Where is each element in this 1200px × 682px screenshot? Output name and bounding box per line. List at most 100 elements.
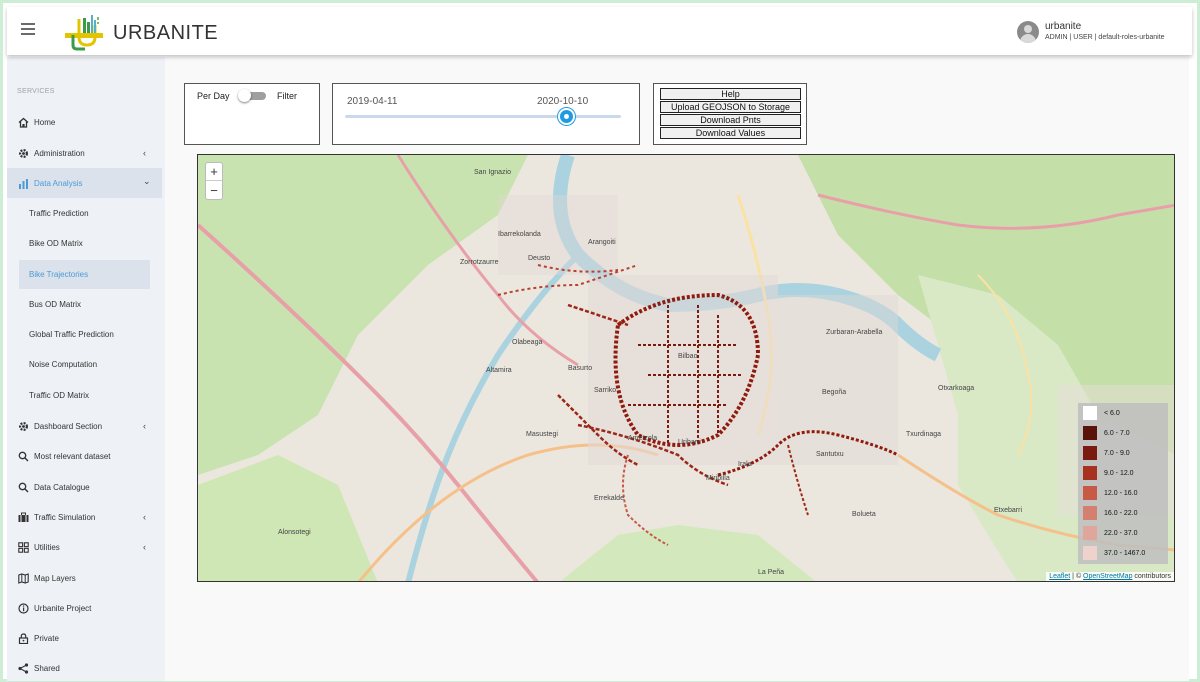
sidebar-subitem-traffic-od-matrix[interactable]: Traffic OD Matrix: [19, 381, 150, 410]
leaflet-link[interactable]: Leaflet: [1049, 573, 1070, 580]
sidebar-item-shared[interactable]: Shared: [7, 653, 162, 682]
legend-row: < 6.0: [1083, 406, 1120, 420]
per-day-filter-panel: Per Day Filter: [184, 83, 320, 145]
legend-swatch: [1083, 526, 1097, 540]
chevron-left-icon: ‹: [143, 421, 146, 431]
hamburger-menu-icon[interactable]: [21, 23, 35, 35]
download-values-button[interactable]: Download Values: [660, 127, 801, 139]
per-day-label: Per Day: [197, 91, 230, 101]
sidebar-item-utilities[interactable]: Utilities ‹: [7, 532, 162, 562]
download-pnts-button[interactable]: Download Pnts: [660, 114, 801, 126]
chevron-down-icon: ⌄: [143, 176, 151, 186]
sidebar-item-label: Home: [34, 117, 56, 127]
chevron-left-icon: ‹: [143, 512, 146, 522]
gear-icon: [18, 421, 29, 432]
legend-swatch: [1083, 546, 1097, 560]
user-avatar-icon[interactable]: [1017, 21, 1039, 43]
zoom-out-button[interactable]: −: [206, 181, 222, 199]
map-label: Altamira: [486, 367, 512, 374]
sidebar-subitem-bike-od-matrix[interactable]: Bike OD Matrix: [19, 229, 150, 258]
sidebar-subitem-bike-trajectories[interactable]: Bike Trajectories: [19, 260, 150, 289]
legend-label: 9.0 - 12.0: [1104, 469, 1134, 477]
date-slider-thumb[interactable]: [557, 108, 575, 125]
legend-swatch: [1083, 506, 1097, 520]
bar-chart-icon: [18, 178, 29, 189]
map-label: Uribarri: [678, 439, 701, 446]
date-slider-track[interactable]: [345, 115, 621, 118]
date-end: 2020-10-10: [537, 96, 589, 107]
map-label: Ametzola: [628, 435, 658, 442]
legend-row: 9.0 - 12.0: [1083, 466, 1134, 480]
lock-icon: [18, 632, 29, 644]
map-label: Zorrotzaurre: [460, 259, 499, 266]
per-day-toggle[interactable]: [238, 89, 268, 102]
map-label: Bilbao: [678, 353, 698, 360]
sidebar-subitem-traffic-prediction[interactable]: Traffic Prediction: [19, 199, 150, 228]
user-name[interactable]: urbanite: [1045, 21, 1081, 32]
sidebar-item-private[interactable]: Private: [7, 623, 162, 653]
map-basemap: [198, 155, 1174, 581]
map-label: Olabeaga: [512, 339, 543, 346]
legend-label: 37.0 - 1467.0: [1104, 549, 1146, 557]
sidebar-subitem-bus-od-matrix[interactable]: Bus OD Matrix: [19, 290, 150, 319]
map-label: Zurbaran-Arabella: [826, 329, 883, 336]
osm-link[interactable]: OpenStreetMap: [1083, 573, 1132, 580]
home-icon: [18, 117, 29, 128]
legend-swatch: [1083, 446, 1097, 460]
attribution-separator: | ©: [1070, 573, 1084, 580]
chevron-left-icon: ‹: [143, 148, 146, 158]
sidebar-item-label: Shared: [34, 663, 60, 673]
sidebar-item-data-analysis[interactable]: Data Analysis ⌄: [7, 168, 162, 198]
sidebar-item-traffic-simulation[interactable]: Traffic Simulation ‹: [7, 502, 162, 532]
legend-label: 7.0 - 9.0: [1104, 449, 1130, 457]
map-label: Irala: [738, 461, 752, 468]
sidebar-item-label: Data Catalogue: [34, 482, 90, 492]
legend-row: 37.0 - 1467.0: [1083, 546, 1145, 560]
sidebar-subitem-global-traffic-prediction[interactable]: Global Traffic Prediction: [19, 320, 150, 349]
legend-label: 12.0 - 16.0: [1104, 489, 1138, 497]
sidebar-item-label: Dashboard Section: [34, 421, 103, 431]
legend-label: 16.0 - 22.0: [1104, 509, 1138, 517]
upload-geojson-button[interactable]: Upload GEOJSON to Storage: [660, 101, 801, 113]
zoom-in-button[interactable]: +: [206, 163, 222, 181]
grid-icon: [18, 541, 29, 553]
zoom-control: + −: [205, 162, 223, 200]
map-label: Sarriko: [594, 387, 617, 394]
sidebar-item-label: Urbanite Project: [34, 603, 92, 613]
legend-label: 6.0 - 7.0: [1104, 429, 1130, 437]
legend-row: 22.0 - 37.0: [1083, 526, 1137, 540]
sidebar-subitem-noise-computation[interactable]: Noise Computation: [19, 350, 150, 379]
actions-panel: Help Upload GEOJSON to Storage Download …: [653, 83, 807, 145]
map-label: Alonsotegi: [278, 529, 311, 536]
sidebar-item-label: Map Layers: [34, 573, 76, 583]
help-button[interactable]: Help: [660, 88, 801, 100]
sidebar-item-label: Private: [34, 633, 59, 643]
legend-label: 22.0 - 37.0: [1104, 529, 1138, 537]
map-label: Basurto: [568, 365, 593, 372]
sidebar-item-map-layers[interactable]: Map Layers: [7, 563, 162, 593]
legend-row: 6.0 - 7.0: [1083, 426, 1130, 440]
map-label: Santutxu: [816, 451, 844, 458]
map-label: Txurdinaga: [906, 431, 942, 438]
brand-name: URBANITE: [113, 22, 219, 44]
sidebar-item-label: Utilities: [34, 542, 60, 552]
sidebar-item-label: Most relevant dataset: [34, 451, 111, 461]
map-legend: < 6.0 6.0 - 7.0 7.0 - 9.0 9.0 - 12.0 12.0 - …: [1078, 403, 1168, 564]
map-view[interactable]: + − Zorrotzaurre San Ignazio Deusto Ibar…: [197, 154, 1175, 582]
sidebar-item-data-catalogue[interactable]: Data Catalogue: [7, 472, 162, 502]
search-icon: [18, 451, 29, 462]
sidebar-item-dashboard-section[interactable]: Dashboard Section ‹: [7, 411, 162, 441]
sidebar-item-administration[interactable]: Administration ‹: [7, 138, 162, 168]
urbanite-logo: [65, 15, 103, 51]
sidebar-item-label: Administration: [34, 148, 85, 158]
briefcase-icon: [18, 512, 29, 523]
sidebar-item-most-relevant-dataset[interactable]: Most relevant dataset: [7, 441, 162, 471]
legend-row: 16.0 - 22.0: [1083, 506, 1137, 520]
sidebar-item-home[interactable]: Home: [7, 107, 162, 137]
user-roles: ADMIN | USER | default-roles-urbanite: [1045, 34, 1165, 41]
map-label: Begoña: [822, 389, 847, 396]
top-bar: URBANITE urbanite ADMIN | USER | default…: [7, 7, 1192, 55]
legend-swatch: [1083, 406, 1097, 420]
map-label: Miribilla: [706, 475, 730, 482]
sidebar-item-urbanite-project[interactable]: Urbanite Project: [7, 593, 162, 623]
